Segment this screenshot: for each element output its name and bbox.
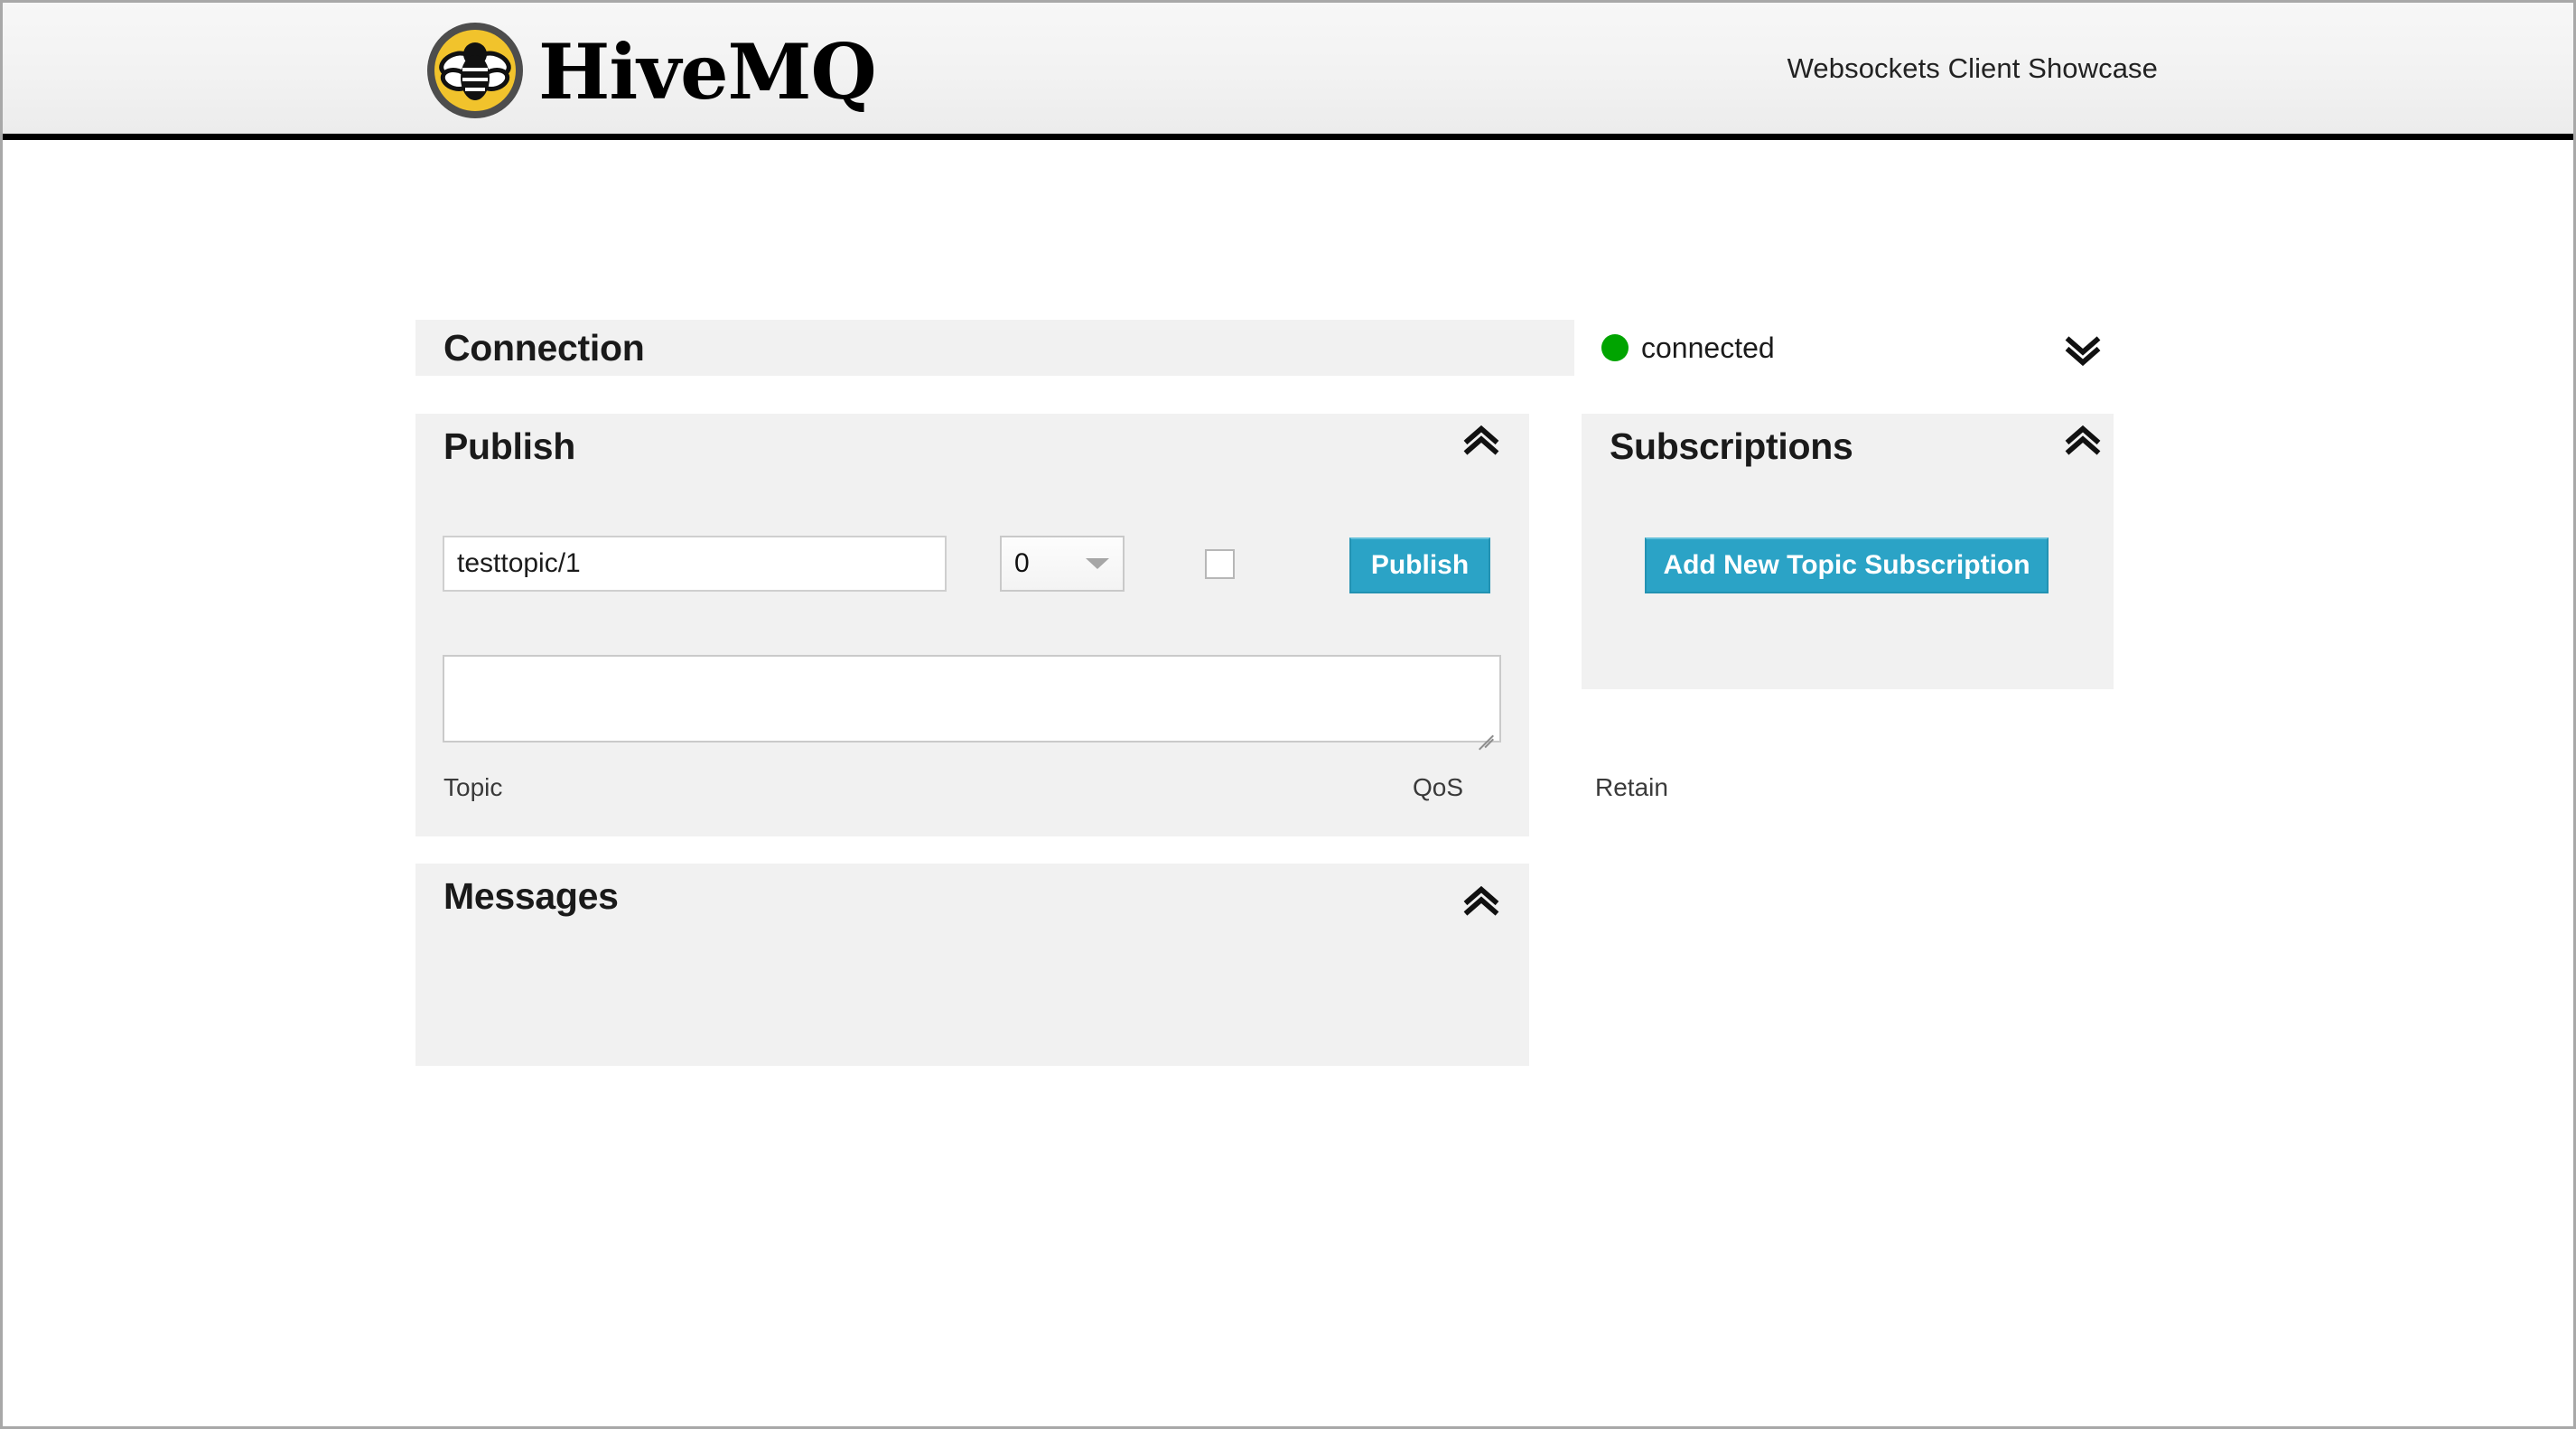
connection-status: connected — [1601, 320, 1775, 376]
retain-label: Retain — [1595, 773, 1668, 801]
brand-wordmark: HiveMQ — [538, 27, 877, 117]
header-tagline: Websockets Client Showcase — [1787, 51, 2158, 84]
publish-title: Publish — [443, 425, 575, 467]
caret-down-icon — [1086, 558, 1109, 569]
retain-checkbox[interactable] — [1205, 549, 1235, 579]
subscriptions-titlebar[interactable]: Subscriptions — [1582, 414, 1937, 479]
messages-titlebar[interactable]: Messages — [415, 864, 1251, 929]
status-badge: connected — [1641, 331, 1775, 364]
connection-titlebar[interactable]: Connection — [415, 320, 1574, 376]
add-new-topic-subscription-button[interactable]: Add New Topic Subscription — [1645, 537, 2049, 593]
qos-label: QoS — [1413, 773, 1464, 801]
status-indicator-dot — [1601, 334, 1629, 361]
qos-select[interactable]: 0 — [1000, 536, 1125, 592]
chevron-double-up-icon — [1463, 885, 1499, 916]
qos-selected-value: 0 — [1014, 548, 1030, 578]
publish-titlebar[interactable]: Publish — [415, 414, 1251, 479]
subscriptions-collapse-toggle[interactable] — [2051, 411, 2114, 474]
main-content: Connection connected Publish Topic QoS R… — [3, 140, 2573, 1419]
connection-expand-toggle[interactable] — [2051, 317, 2114, 380]
chevron-double-up-icon — [2065, 425, 2101, 455]
messages-title: Messages — [443, 874, 619, 917]
brand-logo[interactable]: HiveMQ — [425, 9, 877, 132]
subscriptions-title: Subscriptions — [1610, 425, 1853, 467]
page-root: HiveMQ Websockets Client Showcase Connec… — [0, 0, 2576, 1429]
site-header: HiveMQ Websockets Client Showcase — [3, 3, 2573, 140]
messages-collapse-toggle[interactable] — [1450, 872, 1513, 935]
messages-panel: Messages — [415, 864, 1529, 1066]
publish-panel: Publish Topic QoS Retain Message — [415, 414, 1668, 922]
hivemq-bee-logo-icon — [425, 20, 526, 121]
publish-collapse-toggle[interactable] — [1450, 411, 1513, 474]
connection-title: Connection — [443, 326, 645, 369]
topic-input[interactable] — [443, 536, 947, 592]
topic-label: Topic — [443, 773, 503, 801]
chevron-double-up-icon — [1463, 425, 1499, 455]
publish-button[interactable]: Publish — [1349, 537, 1490, 593]
chevron-double-down-icon — [2065, 336, 2101, 367]
message-textarea[interactable] — [443, 655, 1501, 743]
